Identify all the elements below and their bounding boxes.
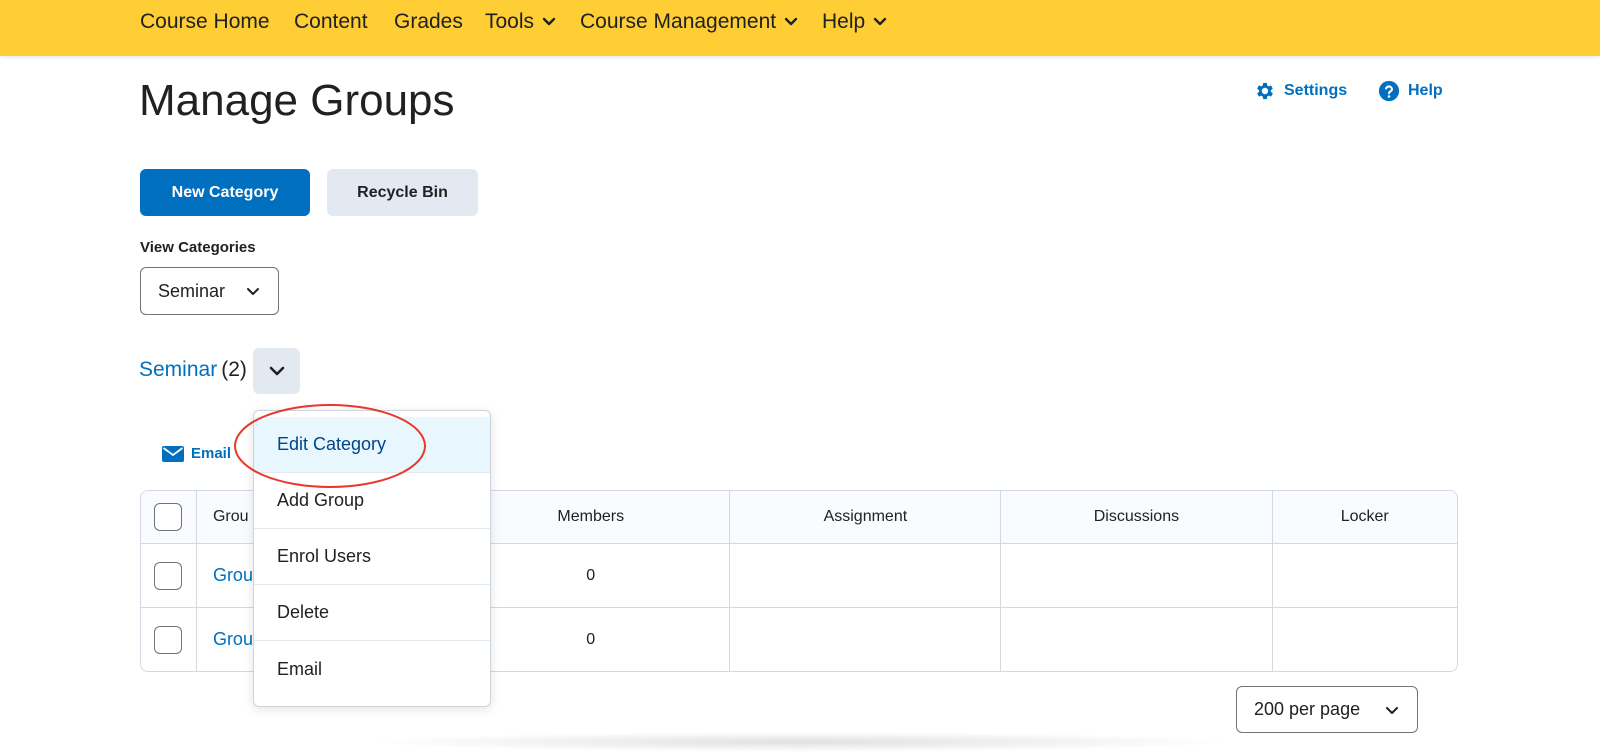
nav-grades[interactable]: Grades [394, 10, 463, 34]
chevron-down-icon [784, 17, 798, 27]
column-header-discussions: Discussions [1001, 491, 1273, 544]
column-header-assignment: Assignment [730, 491, 1002, 544]
view-categories-label: View Categories [140, 239, 256, 256]
category-dropdown-menu: Edit Category Add Group Enrol Users Dele… [253, 410, 491, 707]
menu-item-label: Delete [277, 602, 330, 622]
menu-item-enrol-users[interactable]: Enrol Users [254, 529, 490, 585]
assignment-cell [730, 608, 1002, 671]
view-categories-selected: Seminar [158, 280, 226, 301]
column-header-locker: Locker [1272, 491, 1457, 544]
bottom-shadow [360, 732, 1240, 752]
discussions-cell [1001, 608, 1273, 671]
nav-content-label: Content [294, 10, 368, 33]
discussions-cell [1001, 544, 1273, 608]
column-header-members[interactable]: Members [452, 491, 731, 544]
chevron-down-icon [269, 366, 284, 376]
members-cell: 0 [452, 608, 731, 671]
nav-help[interactable]: Help [822, 10, 887, 34]
per-page-selected: 200 per page [1254, 699, 1361, 719]
row-checkbox[interactable] [154, 561, 183, 590]
nav-course-home[interactable]: Course Home [140, 10, 270, 34]
chevron-down-icon [246, 284, 260, 302]
settings-link[interactable]: Settings [1254, 80, 1347, 102]
help-link-label: Help [1408, 82, 1443, 99]
nav-course-management[interactable]: Course Management [580, 10, 798, 34]
page-title: Manage Groups [139, 76, 455, 125]
locker-cell [1273, 608, 1458, 671]
select-all-checkbox[interactable] [154, 503, 183, 531]
menu-item-delete[interactable]: Delete [254, 585, 490, 641]
nav-course-home-label: Course Home [140, 10, 270, 33]
settings-link-label: Settings [1284, 82, 1348, 99]
group-name-link[interactable]: Grou [213, 629, 253, 649]
menu-item-label: Enrol Users [277, 546, 372, 566]
row-select-cell [141, 608, 197, 671]
chevron-down-icon [873, 17, 887, 27]
category-name-link[interactable]: Seminar [139, 358, 217, 381]
menu-item-email[interactable]: Email [254, 641, 490, 697]
category-count: (2) [221, 358, 247, 381]
row-checkbox[interactable] [154, 625, 183, 654]
row-select-cell [141, 544, 197, 608]
menu-item-edit-category[interactable]: Edit Category [254, 417, 490, 473]
email-action[interactable]: Email [162, 445, 231, 462]
category-heading: Seminar (2) [139, 358, 247, 382]
chevron-down-icon [542, 17, 556, 27]
nav-course-management-label: Course Management [580, 10, 777, 33]
gear-icon [1257, 82, 1273, 100]
menu-item-label: Email [277, 658, 323, 679]
help-link[interactable]: Help [1378, 80, 1443, 102]
nav-help-label: Help [822, 10, 866, 33]
group-name-link[interactable]: Grou [213, 565, 253, 585]
new-category-button[interactable]: New Category [140, 169, 310, 216]
members-cell: 0 [452, 544, 731, 608]
recycle-bin-button[interactable]: Recycle Bin [327, 169, 478, 216]
recycle-bin-button-label: Recycle Bin [357, 183, 448, 201]
menu-item-label: Edit Category [277, 434, 387, 454]
new-category-button-label: New Category [171, 183, 279, 201]
menu-item-label: Add Group [277, 490, 365, 510]
category-menu-toggle[interactable] [253, 348, 300, 394]
nav-content[interactable]: Content [294, 10, 368, 34]
chevron-down-icon [1385, 703, 1399, 721]
locker-cell [1272, 544, 1457, 608]
envelope-icon [162, 445, 184, 462]
per-page-select[interactable]: 200 per page [1236, 686, 1418, 733]
top-navigation-bar: Course Home Content Grades Tools Course … [0, 0, 1600, 56]
nav-tools-label: Tools [485, 10, 535, 33]
assignment-cell [730, 544, 1002, 608]
menu-item-add-group[interactable]: Add Group [254, 473, 490, 529]
email-action-label: Email [191, 445, 232, 462]
view-categories-select[interactable]: Seminar [140, 267, 279, 315]
select-all-cell [141, 491, 197, 544]
nav-grades-label: Grades [394, 10, 463, 33]
question-circle-icon [1378, 80, 1400, 102]
nav-tools[interactable]: Tools [485, 10, 556, 34]
